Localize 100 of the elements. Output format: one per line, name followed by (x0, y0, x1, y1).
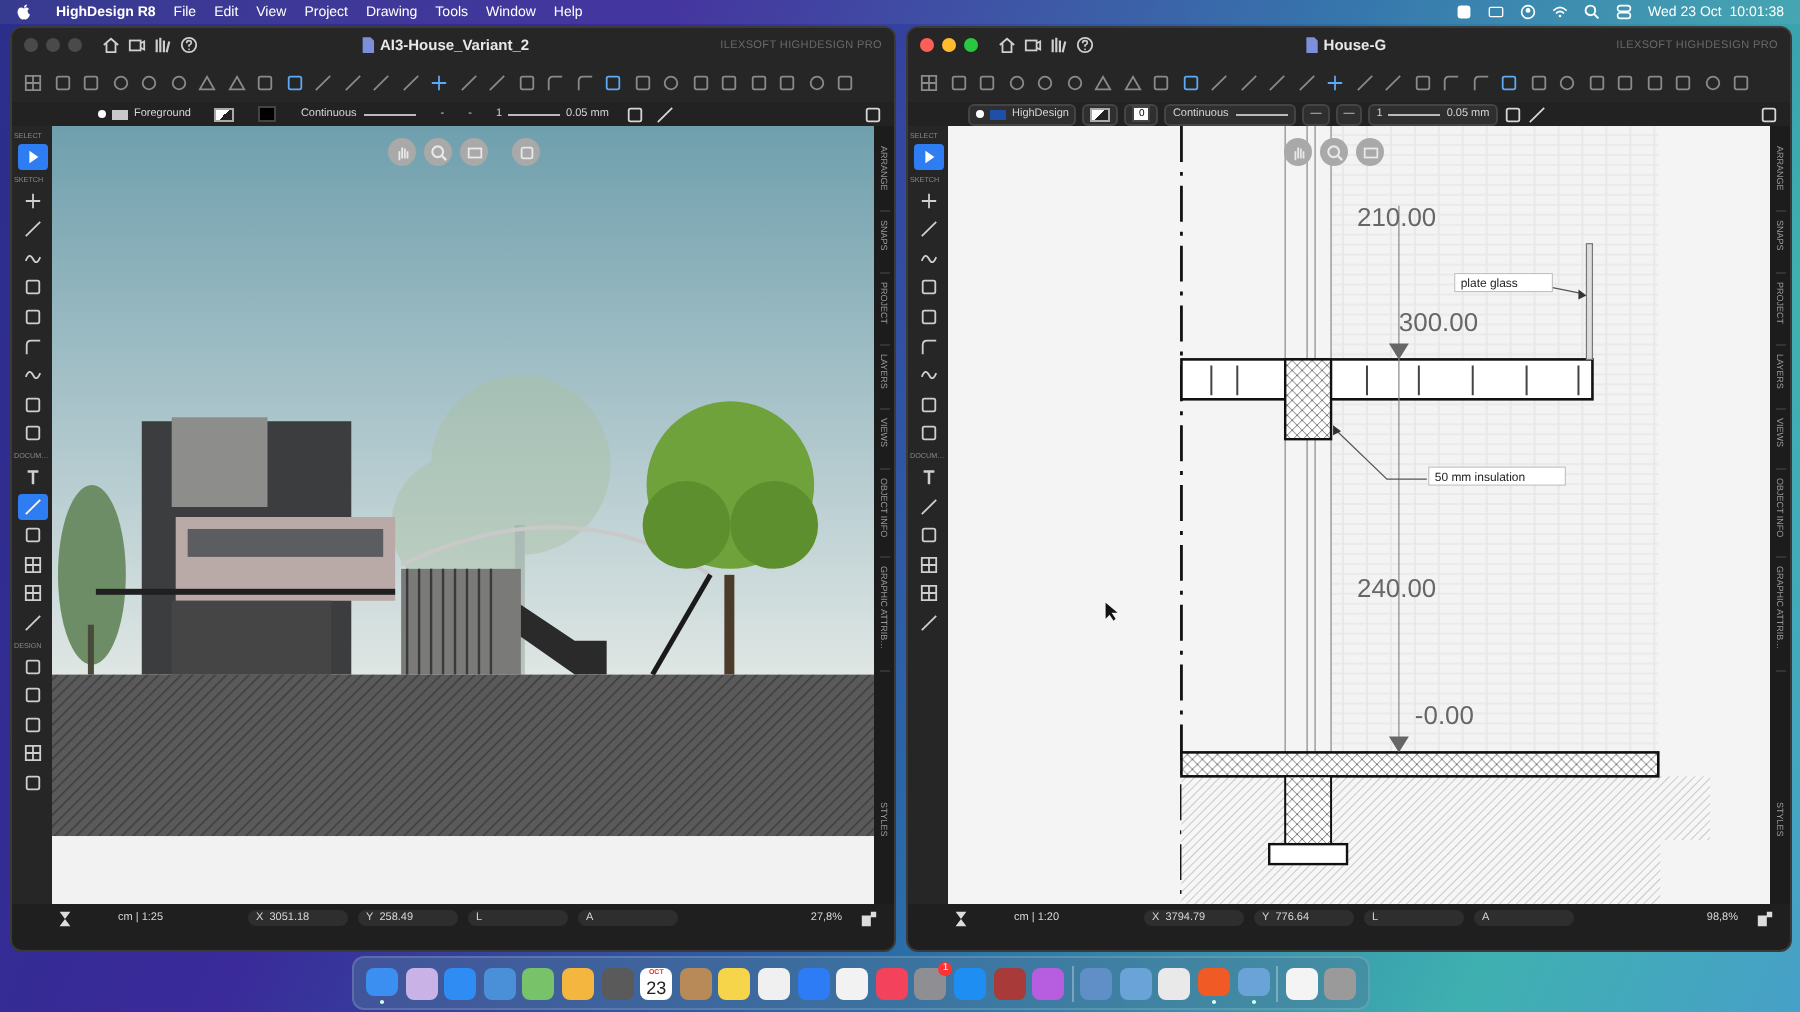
line-icon[interactable] (1268, 73, 1286, 91)
help-icon[interactable] (180, 36, 198, 54)
circle-icon[interactable] (1558, 73, 1576, 91)
circle-icon[interactable] (807, 73, 825, 91)
line-icon (919, 497, 937, 516)
square-icon (23, 686, 41, 705)
circle-icon[interactable] (140, 73, 158, 91)
zoom-button[interactable] (964, 38, 978, 52)
app-icon[interactable] (1285, 967, 1318, 999)
app-icon[interactable] (522, 967, 555, 999)
home-icon[interactable] (998, 36, 1016, 54)
square-icon[interactable] (978, 73, 996, 91)
logo-icon[interactable] (16, 3, 32, 21)
curve-icon (919, 249, 937, 268)
square-icon[interactable] (1616, 73, 1634, 91)
document-icon (1303, 36, 1318, 54)
user-icon[interactable] (1520, 4, 1537, 20)
square-icon[interactable] (1413, 73, 1431, 91)
line-icon[interactable] (488, 73, 506, 91)
line-icon[interactable] (1355, 73, 1373, 91)
square-icon[interactable] (1529, 73, 1547, 91)
square-icon (919, 278, 937, 297)
app-icon[interactable] (405, 967, 438, 999)
close-button[interactable] (920, 38, 934, 52)
square-icon[interactable] (517, 73, 535, 91)
square-icon[interactable] (778, 73, 796, 91)
grid-icon[interactable] (860, 909, 878, 927)
square-icon[interactable] (691, 73, 709, 91)
line-icon[interactable] (459, 73, 477, 91)
line-icon[interactable] (343, 73, 361, 91)
square-icon[interactable] (604, 73, 622, 91)
app-icon[interactable] (1158, 967, 1191, 999)
grid-icon (23, 555, 41, 574)
line-icon[interactable] (1384, 73, 1402, 91)
minimize-button[interactable] (942, 38, 956, 52)
line-icon[interactable] (1297, 73, 1315, 91)
books-icon[interactable] (154, 36, 172, 54)
line-icon[interactable] (401, 73, 419, 91)
square-icon[interactable] (1674, 73, 1692, 91)
search-icon (429, 143, 447, 161)
square-icon[interactable] (1500, 73, 1518, 91)
circle-icon[interactable] (111, 73, 129, 91)
line-icon[interactable] (1239, 73, 1257, 91)
grid-icon (23, 744, 41, 763)
square-icon[interactable] (836, 73, 854, 91)
app-icon[interactable] (561, 967, 594, 999)
square-icon[interactable] (256, 73, 274, 91)
grid-icon (919, 555, 937, 574)
frame-icon (1361, 143, 1379, 161)
line-icon[interactable] (372, 73, 390, 91)
pen-color-selector[interactable] (1082, 103, 1119, 125)
square-icon[interactable] (53, 73, 71, 91)
document-icon (359, 36, 374, 54)
square-icon (23, 307, 41, 326)
hourglass-icon[interactable] (56, 909, 74, 927)
dimension-label: -0.00 (1414, 700, 1474, 731)
square-icon[interactable] (949, 73, 967, 91)
circle-icon[interactable] (662, 73, 680, 91)
grid-icon[interactable] (1756, 909, 1774, 927)
square-icon[interactable] (1152, 73, 1170, 91)
cross-icon[interactable] (1326, 73, 1344, 91)
line-icon[interactable] (1210, 73, 1228, 91)
circle-icon[interactable] (1703, 73, 1721, 91)
hand-icon (393, 143, 411, 161)
search-icon[interactable] (1584, 4, 1601, 20)
wifi-icon[interactable] (1552, 4, 1569, 20)
camera-icon[interactable] (128, 36, 146, 54)
help-icon[interactable] (1076, 36, 1094, 54)
circle-icon[interactable] (1036, 73, 1054, 91)
square-icon[interactable] (82, 73, 100, 91)
square-icon[interactable] (749, 73, 767, 91)
square-icon[interactable] (1587, 73, 1605, 91)
square-icon[interactable] (720, 73, 738, 91)
square-icon[interactable] (1732, 73, 1750, 91)
cross-icon[interactable] (430, 73, 448, 91)
arrow-icon (23, 148, 41, 166)
app-icon[interactable] (718, 967, 751, 999)
tool-button[interactable] (17, 493, 47, 520)
circle-icon[interactable] (1007, 73, 1025, 91)
tool-button[interactable] (17, 144, 47, 170)
text-icon (23, 467, 41, 486)
grid-icon (23, 584, 41, 603)
camera-icon[interactable] (1024, 36, 1042, 54)
square-icon[interactable] (285, 73, 303, 91)
square-icon[interactable] (633, 73, 651, 91)
arc-icon (919, 337, 937, 356)
app-icon[interactable] (836, 967, 869, 999)
keyboard-icon[interactable] (1488, 4, 1505, 20)
hourglass-icon[interactable] (952, 909, 970, 927)
square-icon (23, 278, 41, 297)
circle-icon[interactable] (1065, 73, 1083, 91)
books-icon[interactable] (1050, 36, 1068, 54)
square-icon[interactable] (1181, 73, 1199, 91)
circle-icon[interactable] (169, 73, 187, 91)
home-icon[interactable] (102, 36, 120, 54)
tool-button[interactable] (913, 144, 943, 170)
toggle-icon[interactable] (1616, 4, 1633, 20)
line-icon[interactable] (314, 73, 332, 91)
app-icon[interactable] (757, 967, 790, 999)
square-icon[interactable] (1645, 73, 1663, 91)
